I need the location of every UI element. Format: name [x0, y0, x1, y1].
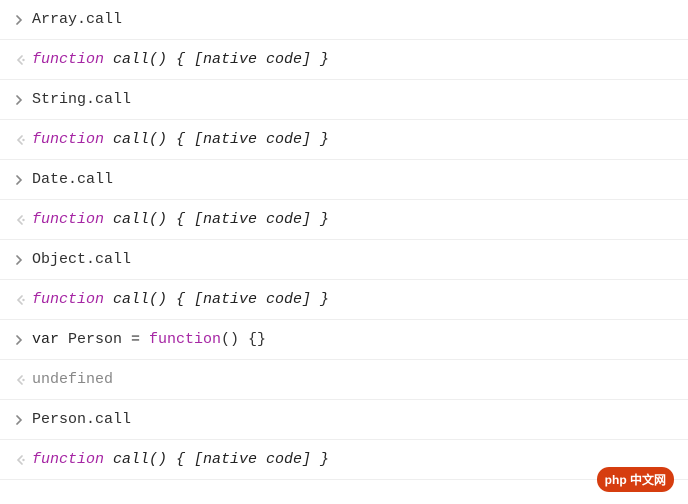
console-text: Array.call: [32, 11, 122, 28]
console-input-row[interactable]: Person.call: [0, 400, 688, 440]
return-arrow-icon: [14, 375, 32, 385]
watermark-text: php 中文网: [605, 471, 666, 488]
console-text: Date.call: [32, 171, 113, 188]
console-text: String.call: [32, 91, 131, 108]
return-arrow-icon: [14, 215, 32, 225]
chevron-right-icon: [14, 255, 32, 265]
chevron-right-icon: [14, 175, 32, 185]
console-input-row[interactable]: var Person = function() {}: [0, 320, 688, 360]
console-text: function call() { [native code] }: [32, 131, 329, 148]
console-output-row[interactable]: undefined: [0, 360, 688, 400]
console-text: Person.call: [32, 411, 131, 428]
console-panel: Array.call function call() { [native code…: [0, 0, 688, 480]
return-arrow-icon: [14, 135, 32, 145]
console-output-row[interactable]: function call() { [native code] }: [0, 440, 688, 480]
return-arrow-icon: [14, 455, 32, 465]
console-text: undefined: [32, 371, 113, 388]
chevron-right-icon: [14, 415, 32, 425]
console-input-row[interactable]: Date.call: [0, 160, 688, 200]
console-output-row[interactable]: function call() { [native code] }: [0, 200, 688, 240]
console-output-row[interactable]: function call() { [native code] }: [0, 280, 688, 320]
console-text: Object.call: [32, 251, 131, 268]
return-arrow-icon: [14, 55, 32, 65]
return-arrow-icon: [14, 295, 32, 305]
watermark-badge: php 中文网: [597, 467, 674, 492]
chevron-right-icon: [14, 95, 32, 105]
console-output-row[interactable]: function call() { [native code] }: [0, 40, 688, 80]
console-output-row[interactable]: function call() { [native code] }: [0, 120, 688, 160]
console-text: function call() { [native code] }: [32, 451, 329, 468]
console-input-row[interactable]: Object.call: [0, 240, 688, 280]
console-text: function call() { [native code] }: [32, 51, 329, 68]
console-text: function call() { [native code] }: [32, 211, 329, 228]
console-text: var Person = function() {}: [32, 331, 266, 348]
chevron-right-icon: [14, 335, 32, 345]
console-text: function call() { [native code] }: [32, 291, 329, 308]
chevron-right-icon: [14, 15, 32, 25]
console-input-row[interactable]: String.call: [0, 80, 688, 120]
console-input-row[interactable]: Array.call: [0, 0, 688, 40]
